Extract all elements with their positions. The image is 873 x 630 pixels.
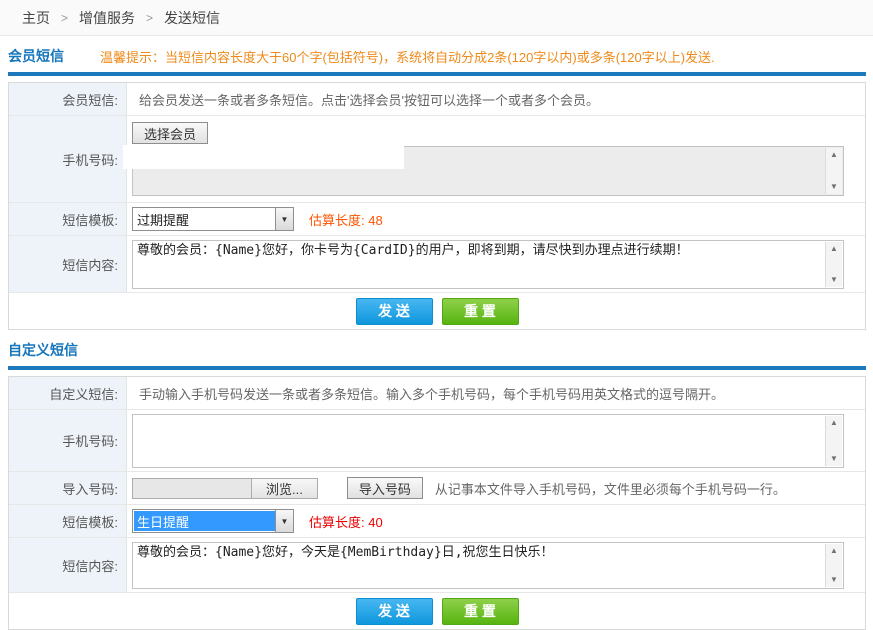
custom-content-label: 短信内容: [9,538,127,592]
file-path-input[interactable] [132,478,252,499]
sms-length-notice: 温馨提示：当短信内容长度大于60个字(包括符号)，系统将自动分成2条(120字以… [100,47,715,66]
scroll-up-icon[interactable]: ▲ [830,419,838,427]
breadcrumb-separator: > [61,11,68,25]
member-send-button[interactable]: 发 送 [356,298,433,325]
import-hint-text: 从记事本文件导入手机号码，文件里必须每个手机号码一行。 [435,479,786,498]
member-phone-textarea[interactable]: ▲ ▼ [132,146,844,196]
scrollbar[interactable]: ▲ ▼ [825,242,842,287]
custom-content-textarea[interactable]: 尊敬的会员：{Name}您好，今天是{MemBirthday}日,祝您生日快乐！… [132,542,844,589]
custom-import-row: 导入号码: 浏览... 导入号码 从记事本文件导入手机号码，文件里必须每个手机号… [9,472,865,505]
scrollbar[interactable]: ▲ ▼ [825,148,842,194]
main-content: 会员短信 温馨提示：当短信内容长度大于60个字(包括符号)，系统将自动分成2条(… [0,47,873,630]
member-intro-label: 会员短信: [9,83,127,115]
import-numbers-button[interactable]: 导入号码 [347,477,423,499]
custom-template-row: 短信模板: 生日提醒 ▼ 估算长度: 40 [9,505,865,538]
scrollbar[interactable]: ▲ ▼ [825,544,842,587]
member-template-select[interactable]: 过期提醒 ▼ [132,207,294,231]
member-template-label: 短信模板: [9,203,127,235]
browse-button[interactable]: 浏览... [252,478,318,499]
custom-phone-textarea[interactable]: ▲ ▼ [132,414,844,468]
scroll-down-icon[interactable]: ▼ [830,183,838,191]
breadcrumb-value-added-services[interactable]: 增值服务 [79,8,135,28]
member-sms-form: 会员短信: 给会员发送一条或者多条短信。点击'选择会员'按钮可以选择一个或者多个… [8,82,866,330]
scrollbar[interactable]: ▲ ▼ [825,416,842,466]
custom-import-label: 导入号码: [9,472,127,504]
custom-sms-title: 自定义短信 [8,340,78,360]
scroll-down-icon[interactable]: ▼ [830,276,838,284]
member-phone-row: 手机号码: 选择会员 ▲ ▼ [9,116,865,203]
custom-template-select[interactable]: 生日提醒 ▼ [132,509,294,533]
member-actions-row: 发 送 重 置 [9,293,865,329]
member-content-label: 短信内容: [9,236,127,292]
section-divider [8,72,866,76]
section-divider [8,366,866,370]
member-content-row: 短信内容: 尊敬的会员：{Name}您好，你卡号为{CardID}的用户，即将到… [9,236,865,293]
custom-reset-button[interactable]: 重 置 [442,598,519,625]
member-intro-row: 会员短信: 给会员发送一条或者多条短信。点击'选择会员'按钮可以选择一个或者多个… [9,83,865,116]
scroll-down-icon[interactable]: ▼ [830,455,838,463]
custom-intro-text: 手动输入手机号码发送一条或者多条短信。输入多个手机号码，每个手机号码用英文格式的… [127,377,865,409]
member-phone-label: 手机号码: [9,116,127,202]
member-intro-text: 给会员发送一条或者多条短信。点击'选择会员'按钮可以选择一个或者多个会员。 [127,83,865,115]
breadcrumb: 主页 > 增值服务 > 发送短信 [0,0,873,36]
breadcrumb-send-sms[interactable]: 发送短信 [164,8,220,28]
scroll-up-icon[interactable]: ▲ [830,151,838,159]
custom-sms-form: 自定义短信: 手动输入手机号码发送一条或者多条短信。输入多个手机号码，每个手机号… [8,376,866,630]
member-sms-title: 会员短信 [8,46,64,66]
custom-content-row: 短信内容: 尊敬的会员：{Name}您好，今天是{MemBirthday}日,祝… [9,538,865,593]
custom-actions-row: 发 送 重 置 [9,593,865,629]
scroll-up-icon[interactable]: ▲ [830,245,838,253]
custom-phone-row: 手机号码: ▲ ▼ [9,410,865,472]
send-sms-page: 主页 > 增值服务 > 发送短信 会员短信 温馨提示：当短信内容长度大于60个字… [0,0,873,628]
chevron-down-icon[interactable]: ▼ [275,208,293,230]
breadcrumb-home[interactable]: 主页 [22,8,50,28]
scroll-up-icon[interactable]: ▲ [830,547,838,555]
custom-estimated-length: 估算长度: 40 [309,512,383,531]
scroll-down-icon[interactable]: ▼ [830,576,838,584]
chevron-down-icon[interactable]: ▼ [275,510,293,532]
custom-template-label: 短信模板: [9,505,127,537]
member-reset-button[interactable]: 重 置 [442,298,519,325]
member-estimated-length: 估算长度: 48 [309,210,383,229]
member-sms-header: 会员短信 温馨提示：当短信内容长度大于60个字(包括符号)，系统将自动分成2条(… [8,47,866,66]
custom-intro-label: 自定义短信: [9,377,127,409]
custom-sms-header: 自定义短信 [8,341,866,360]
custom-send-button[interactable]: 发 送 [356,598,433,625]
select-member-button[interactable]: 选择会员 [132,122,208,144]
custom-intro-row: 自定义短信: 手动输入手机号码发送一条或者多条短信。输入多个手机号码，每个手机号… [9,377,865,410]
member-content-textarea[interactable]: 尊敬的会员：{Name}您好，你卡号为{CardID}的用户，即将到期，请尽快到… [132,240,844,289]
member-template-row: 短信模板: 过期提醒 ▼ 估算长度: 48 [9,203,865,236]
breadcrumb-separator: > [146,11,153,25]
custom-phone-label: 手机号码: [9,410,127,471]
